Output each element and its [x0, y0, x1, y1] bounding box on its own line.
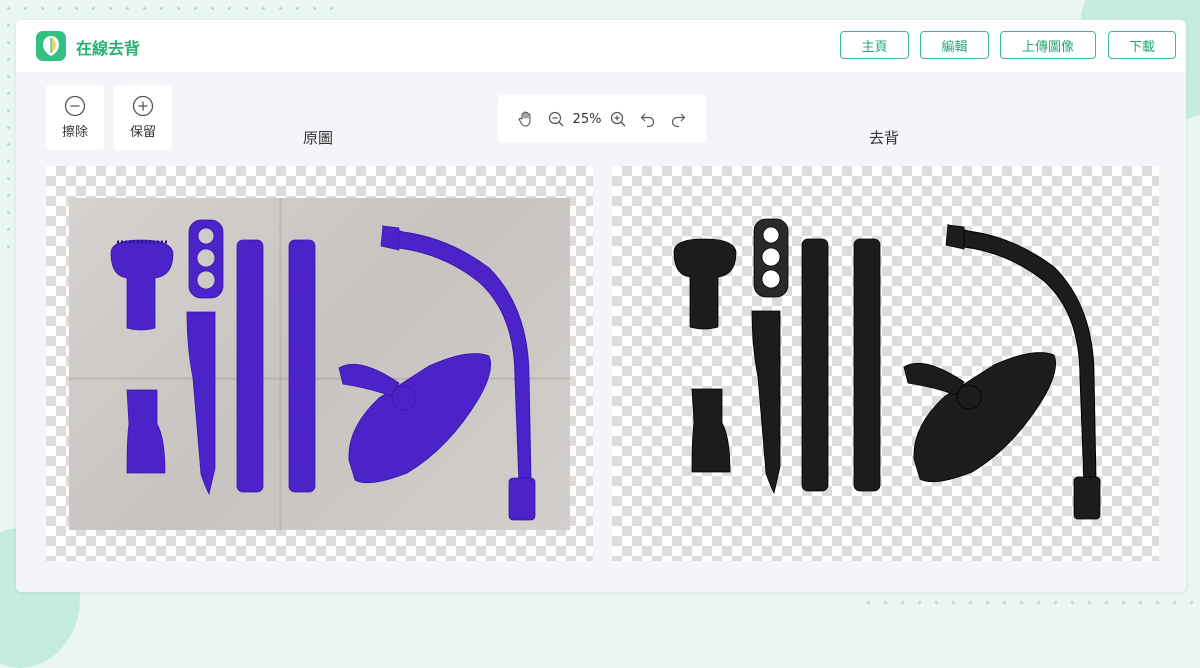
keep-tool-label: 保留 — [129, 125, 156, 140]
upload-image-button[interactable]: 上傳圖像 — [1000, 31, 1096, 59]
brand-name: 在線去背 — [76, 39, 141, 58]
hand-icon[interactable] — [511, 104, 541, 134]
original-image-canvas[interactable] — [46, 166, 593, 561]
app-window: 在線去背 主頁 編輯 上傳圖像 下載 擦除 保留 25% 原圖 去背 — [16, 20, 1186, 592]
redo-icon[interactable] — [663, 104, 693, 134]
minus-circle-icon — [64, 95, 86, 117]
header: 在線去背 主頁 編輯 上傳圖像 下載 — [16, 20, 1186, 72]
undo-icon[interactable] — [633, 104, 663, 134]
vacuum-attachments-removed — [673, 218, 1101, 520]
background-dots-bottom — [860, 594, 1200, 608]
zoom-level: 25% — [572, 111, 602, 127]
erase-tool-button[interactable]: 擦除 — [46, 85, 104, 150]
zoom-out-icon[interactable] — [541, 104, 571, 134]
home-button[interactable]: 主頁 — [840, 31, 909, 59]
edit-button[interactable]: 編輯 — [920, 31, 989, 59]
leaf-logo-icon[interactable] — [36, 31, 66, 61]
zoom-in-icon[interactable] — [603, 104, 633, 134]
zoom-toolbar: 25% — [498, 95, 706, 143]
vacuum-attachments-original — [110, 219, 536, 521]
original-photo — [69, 198, 570, 530]
keep-tool-button[interactable]: 保留 — [114, 85, 172, 150]
original-panel-title: 原圖 — [303, 129, 334, 147]
erase-tool-label: 擦除 — [61, 125, 88, 140]
plus-circle-icon — [132, 95, 154, 117]
removed-panel-title: 去背 — [869, 129, 900, 147]
removed-background-canvas[interactable] — [612, 166, 1159, 561]
download-button[interactable]: 下載 — [1108, 31, 1176, 59]
